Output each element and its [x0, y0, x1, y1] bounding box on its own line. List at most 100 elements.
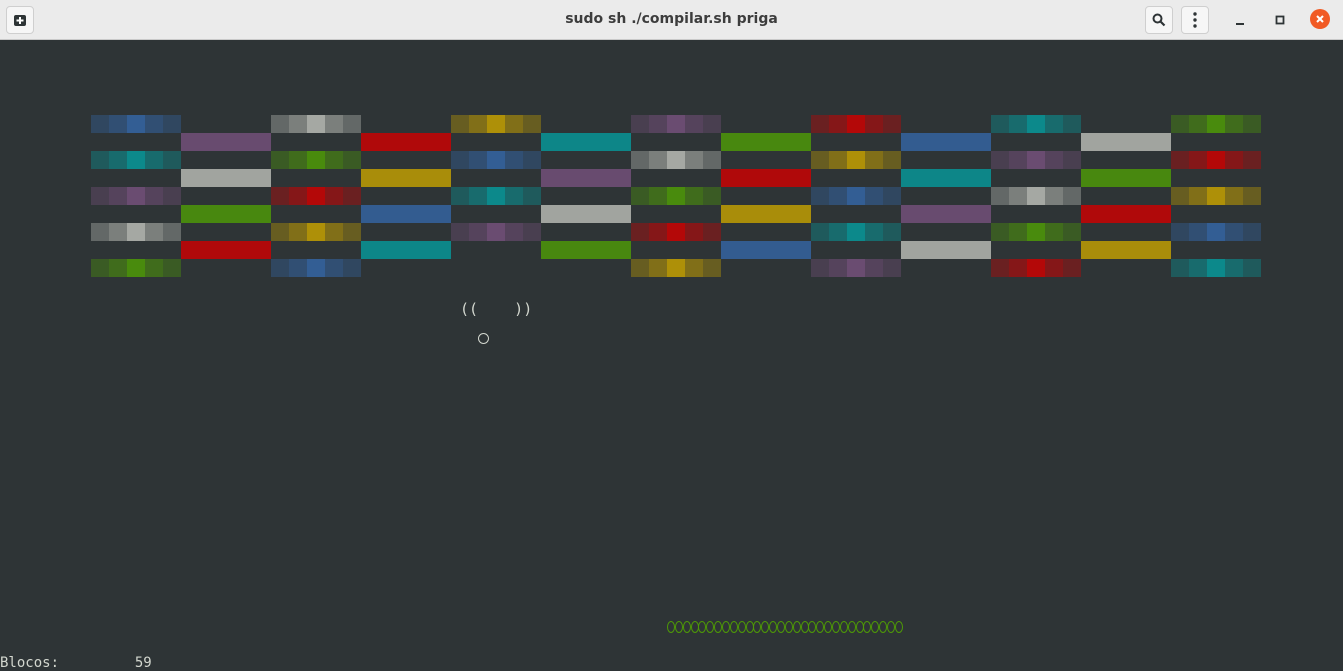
brick-pixel: [1171, 187, 1189, 205]
brick-pixel: [163, 115, 181, 133]
paddle-segment: [761, 621, 770, 633]
brick-pixel: [811, 187, 829, 205]
brick-cyan: [991, 115, 1081, 133]
brick-pixel: [271, 115, 289, 133]
brick-pixel: [1189, 223, 1207, 241]
brick-pixel: [271, 187, 289, 205]
menu-button[interactable]: [1181, 6, 1209, 34]
brick-pixel: [469, 223, 487, 241]
brick-cyan: [361, 241, 451, 259]
brick-pixel: [703, 259, 721, 277]
paddle-segment: [769, 621, 778, 633]
brick-pixel: [109, 259, 127, 277]
brick-yellow: [631, 259, 721, 277]
brick-pixel: [469, 187, 487, 205]
paddle-segment: [824, 621, 833, 633]
brick-pixel: [1063, 223, 1081, 241]
brick-pixel: [883, 115, 901, 133]
brick-pixel: [1027, 259, 1045, 277]
brick-pixel: [631, 223, 649, 241]
brick-pixel: [1063, 115, 1081, 133]
brick-pixel: [523, 115, 541, 133]
brick-pixel: [163, 223, 181, 241]
brick-pixel: [1189, 115, 1207, 133]
brick-pixel: [811, 223, 829, 241]
brick-blue: [1171, 223, 1261, 241]
paddle-segment: [722, 621, 731, 633]
paddle-segment: [706, 621, 715, 633]
brick-pixel: [289, 115, 307, 133]
blocks-counter: Blocos: 59: [0, 655, 152, 671]
brick-pixel: [91, 259, 109, 277]
minimize-button[interactable]: [1230, 10, 1250, 30]
brick-pixel: [1171, 151, 1189, 169]
brick-pixel: [847, 151, 865, 169]
brick-pixel: [325, 115, 343, 133]
brick-pixel: [145, 259, 163, 277]
brick-pixel: [1207, 187, 1225, 205]
terminal-area[interactable]: (( )): [0, 41, 1343, 671]
brick-pixel: [163, 259, 181, 277]
brick-pixel: [307, 151, 325, 169]
brick-pixel: [1027, 187, 1045, 205]
brick-pixel: [1189, 187, 1207, 205]
brick-pixel: [487, 115, 505, 133]
brick-gray: [91, 223, 181, 241]
brick-pixel: [865, 151, 883, 169]
paddle-segment: [871, 621, 880, 633]
brick-blue: [451, 151, 541, 169]
brick-pixel: [865, 187, 883, 205]
brick-green: [541, 241, 631, 259]
brick-pixel: [127, 223, 145, 241]
brick-red: [361, 133, 451, 151]
brick-pixel: [1225, 115, 1243, 133]
brick-pixel: [91, 115, 109, 133]
brick-pixel: [847, 259, 865, 277]
blocks-label: Blocos:: [0, 655, 60, 671]
brick-gray: [991, 187, 1081, 205]
brick-pixel: [829, 259, 847, 277]
paddle-segment: [879, 621, 888, 633]
maximize-button[interactable]: [1270, 10, 1290, 30]
brick-purple: [631, 115, 721, 133]
brick-pixel: [127, 151, 145, 169]
brick-pixel: [667, 259, 685, 277]
paddle-segment: [690, 621, 699, 633]
brick-pixel: [325, 223, 343, 241]
close-icon: [1316, 15, 1324, 23]
brick-pixel: [991, 151, 1009, 169]
brick-yellow: [1081, 241, 1171, 259]
brick-pixel: [667, 223, 685, 241]
paddle-segment: [777, 621, 786, 633]
brick-pixel: [1189, 259, 1207, 277]
paddle-segment: [855, 621, 864, 633]
brick-pixel: [487, 151, 505, 169]
paddle-segment: [863, 621, 872, 633]
brick-pixel: [1063, 187, 1081, 205]
brick-pixel: [451, 115, 469, 133]
brick-pixel: [1225, 187, 1243, 205]
brick-green: [1081, 169, 1171, 187]
brick-green: [631, 187, 721, 205]
paddle-segment: [847, 621, 856, 633]
brick-pixel: [703, 187, 721, 205]
close-button[interactable]: [1310, 9, 1330, 29]
brick-pixel: [1045, 187, 1063, 205]
brick-pixel: [829, 187, 847, 205]
brick-pixel: [1243, 223, 1261, 241]
brick-pixel: [1063, 259, 1081, 277]
brick-pixel: [1063, 151, 1081, 169]
brick-pixel: [649, 259, 667, 277]
brick-pixel: [1225, 151, 1243, 169]
brick-pixel: [1045, 223, 1063, 241]
brick-pixel: [163, 187, 181, 205]
brick-green: [721, 133, 811, 151]
brick-pixel: [1189, 151, 1207, 169]
paddle-segment: [714, 621, 723, 633]
search-button[interactable]: [1145, 6, 1173, 34]
brick-pixel: [271, 223, 289, 241]
title-bar: sudo sh ./compilar.sh priga: [0, 0, 1343, 40]
brick-pixel: [1243, 151, 1261, 169]
brick-gray: [901, 241, 991, 259]
brick-cyan: [91, 151, 181, 169]
